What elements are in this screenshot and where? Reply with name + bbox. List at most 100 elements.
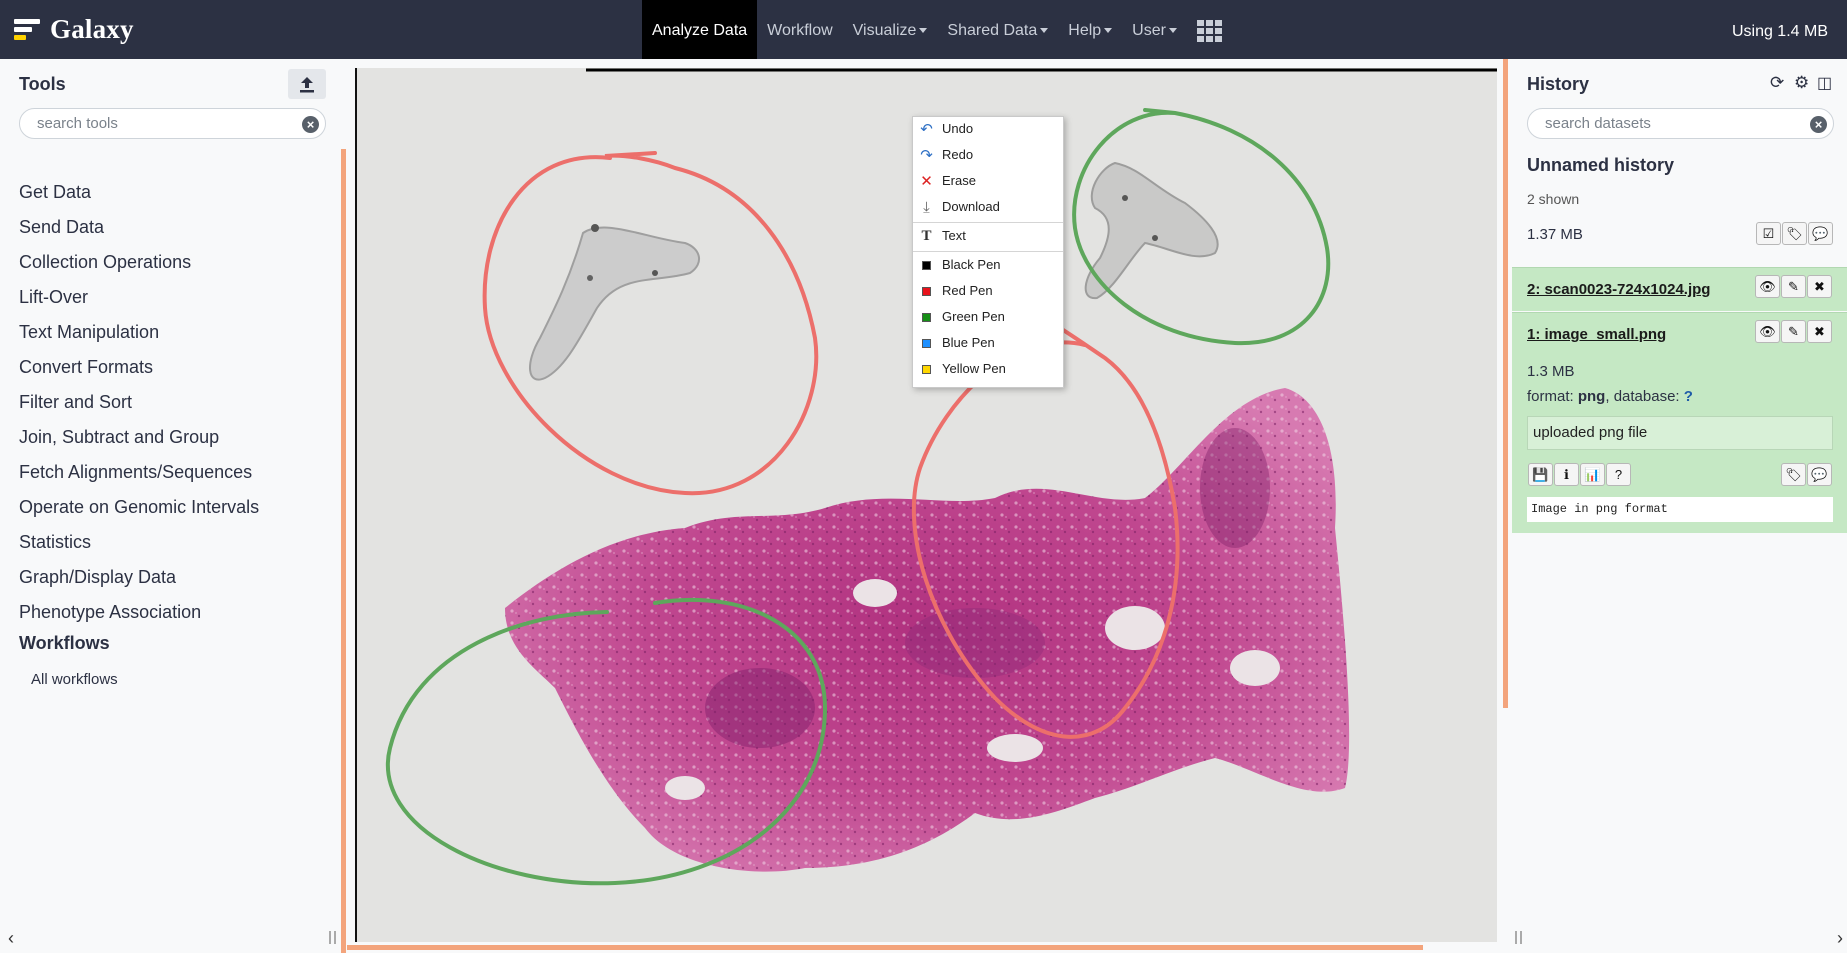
dataset-size: 1.3 MB	[1527, 363, 1575, 380]
tool-section[interactable]: Graph/Display Data	[19, 560, 259, 595]
redo-icon: ↷	[920, 147, 933, 164]
masthead: Galaxy Analyze Data Workflow Visualize S…	[0, 0, 1847, 59]
brand-title: Galaxy	[50, 13, 134, 44]
visualize-icon[interactable]: 📊	[1580, 463, 1605, 486]
eye-icon[interactable]: 👁	[1755, 275, 1780, 298]
menu-item-blue-pen[interactable]: Blue Pen	[913, 331, 1063, 355]
gear-icon[interactable]: ⚙	[1794, 73, 1809, 93]
menu-item-red-pen[interactable]: Red Pen	[913, 279, 1063, 303]
menu-item-yellow-pen[interactable]: Yellow Pen	[913, 357, 1063, 381]
menu-item-redo[interactable]: ↷ Redo	[913, 143, 1063, 167]
nav-analyze-data[interactable]: Analyze Data	[642, 0, 758, 59]
tool-section[interactable]: Phenotype Association	[19, 595, 259, 630]
history-name[interactable]: Unnamed history	[1527, 155, 1674, 176]
tool-section[interactable]: Statistics	[19, 525, 259, 560]
dataset-title[interactable]: 2: scan0023-724x1024.jpg	[1527, 281, 1710, 298]
tool-section[interactable]: Filter and Sort	[19, 385, 259, 420]
dataset-format-line: format: png, database: ?	[1527, 388, 1693, 405]
dataset-tool-buttons: 💾 ℹ 📊 ?	[1527, 463, 1631, 486]
pencil-icon[interactable]: ✎	[1781, 275, 1806, 298]
dataset-actions: 👁 ✎ ✖	[1754, 275, 1832, 298]
dataset-format: png	[1577, 388, 1606, 405]
history-panel: History ⟳ ⚙ ◫ search datasets × Unnamed …	[1503, 59, 1847, 953]
collapse-left-icon[interactable]: ‹	[8, 928, 14, 949]
tool-section[interactable]: Operate on Genomic Intervals	[19, 490, 259, 525]
nav-user[interactable]: User	[1122, 0, 1187, 59]
refresh-icon[interactable]: ⟳	[1770, 73, 1784, 93]
dataset-search-placeholder: search datasets	[1545, 115, 1651, 132]
undo-icon: ↶	[920, 121, 933, 138]
black-swatch-icon	[922, 261, 931, 270]
tool-section[interactable]: Join, Subtract and Group	[19, 420, 259, 455]
all-workflows-link[interactable]: All workflows	[31, 671, 118, 688]
yellow-swatch-icon	[922, 365, 931, 374]
main-nav: Analyze Data Workflow Visualize Shared D…	[642, 0, 1232, 59]
right-panel-resize-grip[interactable]	[1515, 931, 1522, 944]
nav-help[interactable]: Help	[1058, 0, 1122, 59]
tool-section[interactable]: Collection Operations	[19, 245, 259, 280]
database-link[interactable]: ?	[1684, 388, 1693, 405]
menu-item-undo[interactable]: ↶ Undo	[913, 117, 1063, 141]
menu-item-download[interactable]: ⤓ Download	[913, 195, 1063, 219]
galaxy-brand[interactable]: Galaxy	[14, 12, 134, 46]
blue-swatch-icon	[922, 339, 931, 348]
dataset-item-expanded[interactable]: 1: image_small.png 👁 ✎ ✖ 1.3 MB format: …	[1512, 312, 1847, 533]
history-size: 1.37 MB	[1527, 226, 1583, 243]
left-panel-resize-grip[interactable]	[329, 931, 336, 944]
apps-grid-icon[interactable]	[1187, 0, 1232, 59]
delete-icon[interactable]: ✖	[1807, 275, 1832, 298]
right-panel-drag-handle[interactable]	[1503, 59, 1508, 708]
tool-search-input[interactable]: search tools ×	[19, 108, 326, 139]
left-panel-drag-handle[interactable]	[341, 149, 346, 953]
tool-section[interactable]: Get Data	[19, 175, 259, 210]
menu-item-erase[interactable]: ✕ Erase	[913, 169, 1063, 193]
tool-search-placeholder: search tools	[37, 115, 118, 132]
clear-search-icon[interactable]: ×	[302, 116, 319, 133]
upload-button[interactable]	[288, 69, 326, 99]
galaxy-logo-icon	[14, 16, 40, 42]
tool-section[interactable]: Convert Formats	[19, 350, 259, 385]
menu-item-text[interactable]: T Text	[913, 224, 1063, 248]
menu-item-green-pen[interactable]: Green Pen	[913, 305, 1063, 329]
delete-icon[interactable]: ✖	[1807, 320, 1832, 343]
collapse-right-icon[interactable]: ›	[1837, 928, 1843, 949]
tool-section[interactable]: Send Data	[19, 210, 259, 245]
tool-section[interactable]: Text Manipulation	[19, 315, 259, 350]
tool-section[interactable]: Lift-Over	[19, 280, 259, 315]
eye-icon[interactable]: 👁	[1755, 320, 1780, 343]
annotation-icon[interactable]: 💬	[1807, 463, 1832, 486]
select-items-icon[interactable]: ☑	[1756, 222, 1781, 245]
chevron-down-icon	[1168, 28, 1177, 34]
info-icon[interactable]: ℹ	[1554, 463, 1579, 486]
dataset-tag-buttons: 🏷 💬	[1780, 463, 1832, 486]
tool-section[interactable]: Fetch Alignments/Sequences	[19, 455, 259, 490]
tool-panel-title: Tools	[19, 74, 66, 94]
upload-icon	[300, 77, 314, 93]
quota-meter[interactable]: Using 1.4 MB	[1732, 0, 1828, 64]
tags-icon[interactable]: 🏷	[1781, 463, 1806, 486]
download-icon: ⤓	[923, 199, 930, 216]
shown-count: 2 shown	[1527, 191, 1580, 207]
dataset-peek: Image in png format	[1527, 497, 1833, 522]
pencil-icon[interactable]: ✎	[1781, 320, 1806, 343]
annotation-icon[interactable]: 💬	[1808, 222, 1833, 245]
split-view-icon[interactable]: ◫	[1817, 73, 1832, 93]
help-icon[interactable]: ?	[1606, 463, 1631, 486]
save-icon[interactable]: 💾	[1528, 463, 1553, 486]
chevron-down-icon	[1040, 28, 1049, 34]
menu-item-black-pen[interactable]: Black Pen	[913, 253, 1063, 277]
clear-search-icon[interactable]: ×	[1810, 116, 1827, 133]
nav-workflow[interactable]: Workflow	[757, 0, 843, 59]
tags-icon[interactable]: 🏷	[1782, 222, 1807, 245]
nav-visualize[interactable]: Visualize	[843, 0, 938, 59]
tool-panel: Tools search tools × Get Data Send Data …	[0, 59, 346, 953]
center-bottom-drag-handle[interactable]	[347, 945, 1423, 950]
dataset-search-input[interactable]: search datasets ×	[1527, 108, 1834, 139]
nav-shared-data[interactable]: Shared Data	[937, 0, 1058, 59]
menu-separator	[913, 251, 1063, 252]
dataset-title[interactable]: 1: image_small.png	[1527, 326, 1666, 343]
tool-section-list: Get Data Send Data Collection Operations…	[19, 175, 259, 630]
green-swatch-icon	[922, 313, 931, 322]
dataset-info: uploaded png file	[1527, 416, 1833, 450]
dataset-item[interactable]: 2: scan0023-724x1024.jpg 👁 ✎ ✖	[1512, 267, 1847, 311]
